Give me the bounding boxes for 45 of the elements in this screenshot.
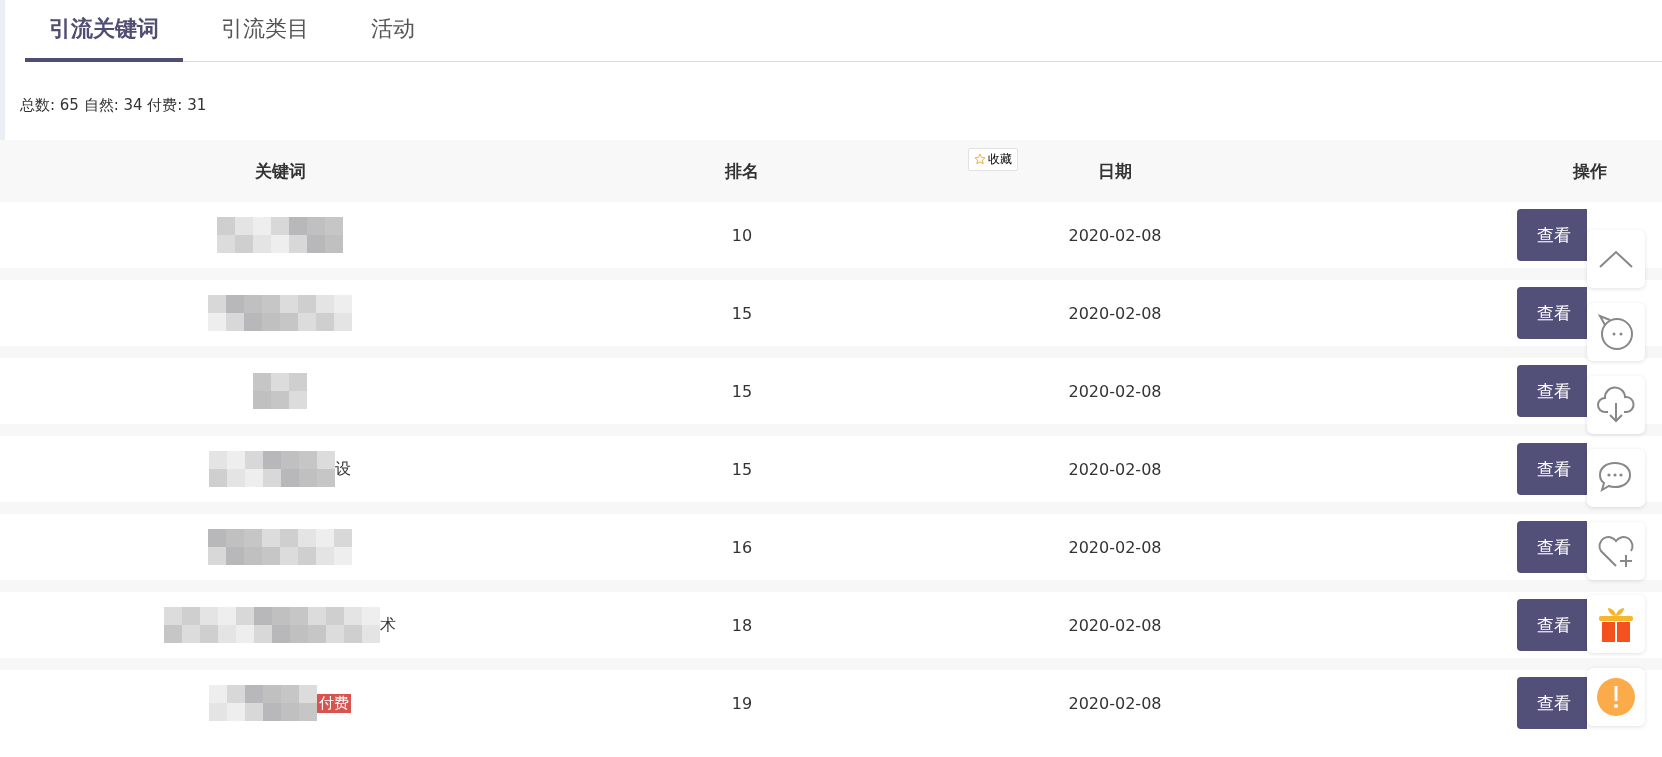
- paid-badge: 付费: [317, 693, 351, 713]
- date-cell-text: 2020-02-08: [1067, 615, 1163, 635]
- star-icon: [974, 153, 986, 165]
- details-button[interactable]: 查看: [1517, 521, 1587, 573]
- rank-cell-text: 10: [730, 225, 754, 245]
- date-cell-text: 2020-02-08: [1067, 459, 1163, 479]
- date-cell-text: 2020-02-08: [1067, 537, 1163, 557]
- column-header: 关键词: [253, 159, 307, 183]
- date-cell-text: 2020-02-08: [1067, 303, 1163, 323]
- rank-cell-text: 15: [730, 303, 754, 323]
- message-button[interactable]: [1587, 449, 1645, 507]
- details-button[interactable]: 查看: [1517, 599, 1587, 651]
- date-cell-text: 2020-02-08: [1067, 381, 1163, 401]
- chevron-up-icon: [1598, 249, 1634, 269]
- rank-cell-text: 18: [730, 615, 754, 635]
- favorite-add-button[interactable]: [1587, 522, 1645, 580]
- details-button[interactable]: 查看: [1517, 443, 1587, 495]
- keyword-text: 术: [380, 614, 396, 636]
- date-cell-text: 2020-02-08: [1067, 225, 1163, 245]
- download-button[interactable]: [1587, 376, 1645, 434]
- alert-button[interactable]: [1587, 668, 1645, 726]
- chat-button[interactable]: [1587, 303, 1645, 361]
- details-button[interactable]: 查看: [1517, 287, 1587, 339]
- cloud-download-icon: [1596, 386, 1636, 424]
- tab[interactable]: 活动: [347, 0, 439, 62]
- chat-bubble-icon: [1597, 313, 1635, 351]
- summary-text: 总数: 65 自然: 34 付费: 31: [20, 96, 208, 115]
- back-to-top-button[interactable]: [1587, 230, 1645, 288]
- favorite-button[interactable]: 收藏: [968, 147, 1018, 171]
- gift-button[interactable]: [1587, 595, 1645, 653]
- column-header: 操作: [1571, 159, 1608, 183]
- rank-cell-text: 15: [730, 459, 754, 479]
- tab[interactable]: 引流关键词: [25, 0, 183, 62]
- details-button[interactable]: 查看: [1517, 209, 1587, 261]
- rank-cell-text: 15: [730, 381, 754, 401]
- column-header: 排名: [723, 159, 760, 183]
- details-button[interactable]: 查看: [1517, 677, 1587, 729]
- details-button[interactable]: 查看: [1517, 365, 1587, 417]
- rank-cell-text: 16: [730, 537, 754, 557]
- rank-cell-text: 19: [730, 693, 754, 713]
- date-cell-text: 2020-02-08: [1067, 693, 1163, 713]
- tab[interactable]: 引流类目: [197, 0, 333, 62]
- keyword-text: 设: [335, 458, 351, 480]
- heart-plus-icon: [1596, 533, 1636, 569]
- exclamation-icon: [1596, 677, 1636, 717]
